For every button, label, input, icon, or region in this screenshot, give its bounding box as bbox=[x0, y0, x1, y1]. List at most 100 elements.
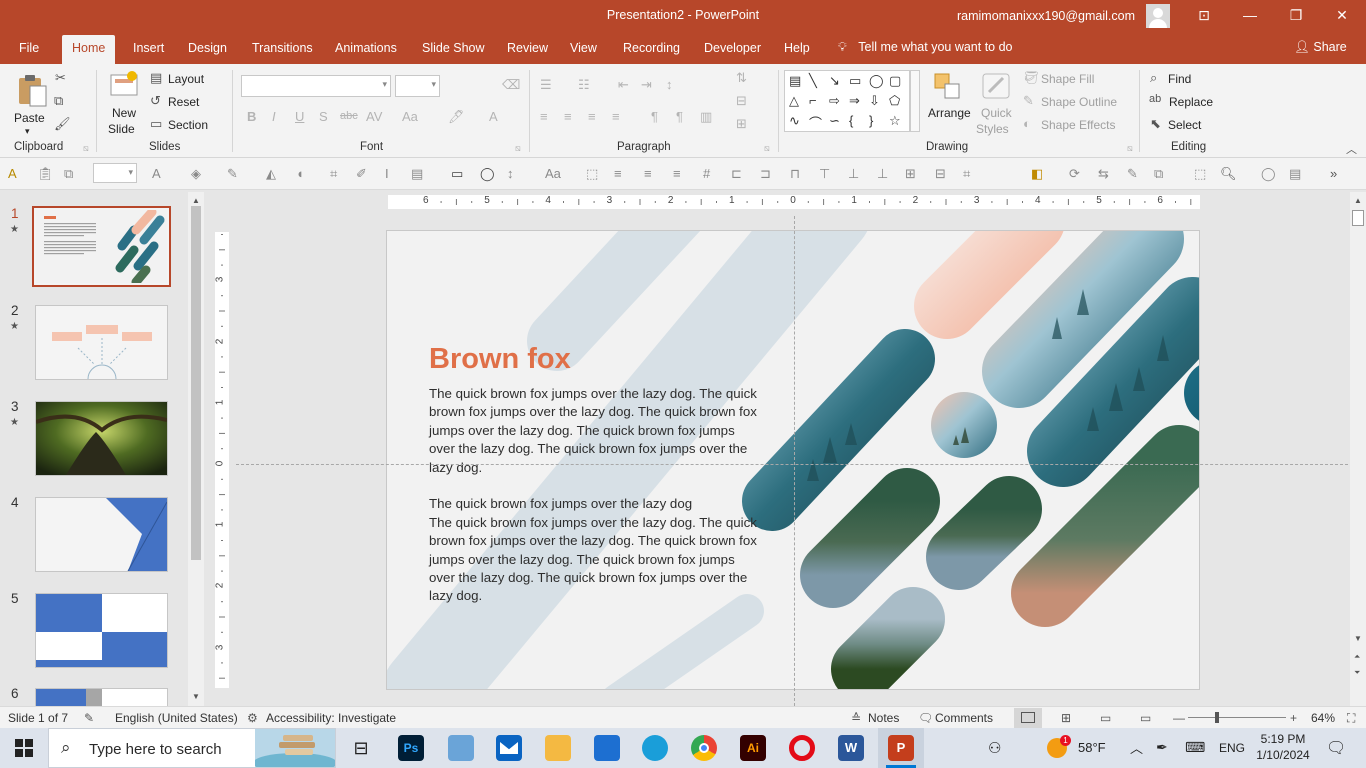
tab-design[interactable]: Design bbox=[188, 41, 227, 55]
distribute-h-icon[interactable]: ⊞ bbox=[905, 166, 916, 182]
horizontal-guide[interactable] bbox=[236, 464, 1348, 465]
textbox-small-icon[interactable]: ▤ bbox=[411, 166, 423, 182]
scroll-down-icon[interactable]: ▼ bbox=[192, 692, 200, 701]
shapes-gallery[interactable]: ▤ ╲ ↘ ▭ ◯ ▢ △ ⌐ ⇨ ⇒ ⇩ ⬠ ∿ ⌒ ∽ { } ☆ bbox=[784, 70, 910, 132]
curve-shape-icon[interactable]: ∽ bbox=[829, 113, 840, 129]
crop-small-icon[interactable]: ⌗ bbox=[330, 166, 337, 182]
table-small-icon[interactable]: # bbox=[703, 166, 710, 181]
numbering-icon[interactable]: ☷ bbox=[578, 77, 590, 93]
rotate-icon[interactable]: ⟳ bbox=[1069, 166, 1080, 182]
circle-small-icon[interactable]: ◯ bbox=[1261, 166, 1276, 182]
language-indicator[interactable]: English (United States) bbox=[115, 711, 238, 725]
smartart-icon[interactable]: ⊞ bbox=[736, 116, 747, 132]
slide-body-text[interactable]: The quick brown fox jumps over the lazy … bbox=[429, 385, 759, 606]
tab-help[interactable]: Help bbox=[784, 41, 810, 55]
group-icon[interactable]: ⊐ bbox=[760, 166, 771, 182]
bold-icon[interactable]: B bbox=[247, 109, 256, 124]
slide-thumbnail-3[interactable] bbox=[35, 401, 168, 476]
pen-tool-icon[interactable]: ✎ bbox=[1127, 166, 1138, 182]
underline-icon[interactable]: U bbox=[295, 109, 304, 124]
grid-icon[interactable]: ⌗ bbox=[963, 166, 970, 182]
line-spacing-icon[interactable]: ↕ bbox=[666, 77, 673, 92]
slide-thumbnail-6[interactable] bbox=[35, 688, 168, 706]
reading-view-icon[interactable]: ▭ bbox=[1100, 711, 1111, 725]
oval-shape-icon[interactable]: ◯ bbox=[869, 73, 884, 89]
align-middle-icon[interactable]: ⊥ bbox=[848, 166, 859, 182]
arrow-shape-icon[interactable]: ↘ bbox=[829, 73, 840, 89]
tab-recording[interactable]: Recording bbox=[623, 41, 680, 55]
find-button[interactable]: Find bbox=[1168, 72, 1191, 86]
bullets-icon[interactable]: ☰ bbox=[540, 77, 552, 93]
thumbnail-scrollbar[interactable]: ▲ ▼ bbox=[188, 192, 204, 706]
rtl-icon[interactable]: ¶ bbox=[676, 109, 683, 124]
minimize-icon[interactable]: — bbox=[1227, 4, 1273, 28]
weather-temperature[interactable]: 58°F bbox=[1078, 740, 1106, 755]
format-painter-icon[interactable]: 🖌︎ bbox=[54, 116, 71, 132]
change-case-icon[interactable]: Aa bbox=[402, 109, 418, 124]
right-brace-icon[interactable]: } bbox=[869, 113, 873, 128]
quick-styles-label-2[interactable]: Styles bbox=[976, 122, 1009, 136]
font-launcher-icon[interactable]: ⧅ bbox=[515, 143, 521, 154]
character-spacing-icon[interactable]: AV bbox=[366, 109, 382, 124]
fill-small-icon[interactable]: ◈ bbox=[191, 166, 201, 182]
share-button[interactable]: 👤︎ Share bbox=[1294, 40, 1347, 55]
toolbar-overflow-icon[interactable]: » bbox=[1330, 166, 1337, 181]
ribbon-display-options-icon[interactable]: ⊡ bbox=[1181, 4, 1227, 28]
tab-review[interactable]: Review bbox=[507, 41, 548, 55]
close-icon[interactable]: ✕ bbox=[1319, 4, 1365, 28]
shape-outline-button[interactable]: Shape Outline bbox=[1041, 95, 1117, 109]
microsoft-store-icon[interactable] bbox=[594, 735, 620, 761]
spacing-small-icon[interactable]: ↕ bbox=[507, 166, 514, 181]
text-box-shape-icon[interactable]: ▤ bbox=[789, 73, 801, 89]
italic-icon[interactable]: I bbox=[272, 109, 276, 124]
columns-icon[interactable]: ▥ bbox=[700, 109, 712, 125]
align-small-icon[interactable]: ≡ bbox=[614, 166, 622, 181]
left-brace-icon[interactable]: { bbox=[849, 113, 853, 128]
illustrator-icon[interactable]: Ai bbox=[740, 735, 766, 761]
rectangle-small-icon[interactable]: ▭ bbox=[451, 166, 463, 182]
paragraph-launcher-icon[interactable]: ⧅ bbox=[764, 143, 770, 154]
editor-scrollbar[interactable]: ▲ ▼ ⏶ ⏷ bbox=[1350, 192, 1366, 706]
notifications-icon[interactable]: 🗨︎ bbox=[1326, 738, 1346, 758]
quick-font-size-combo[interactable] bbox=[93, 163, 137, 183]
star-shape-icon[interactable]: ☆ bbox=[889, 113, 901, 129]
text-effect-icon[interactable]: A bbox=[8, 166, 17, 181]
fit-to-window-icon[interactable]: ⛶ bbox=[1347, 711, 1355, 726]
font-color-icon[interactable]: A bbox=[489, 109, 498, 124]
center-small-icon[interactable]: ≡ bbox=[644, 166, 652, 181]
previous-slide-icon[interactable]: ⏶ bbox=[1354, 652, 1360, 662]
decrease-indent-icon[interactable]: ⇤ bbox=[618, 77, 629, 93]
align-top-icon[interactable]: ⊤ bbox=[819, 166, 830, 182]
freeform-shape-icon[interactable]: ∿ bbox=[789, 113, 800, 129]
rounded-rect-shape-icon[interactable]: ▢ bbox=[889, 73, 901, 89]
rectangle-shape-icon[interactable]: ▭ bbox=[849, 73, 861, 89]
strikethrough-icon[interactable]: abc bbox=[340, 110, 358, 122]
photoshop-icon[interactable]: Ps bbox=[398, 735, 424, 761]
notes-button[interactable]: Notes bbox=[868, 711, 899, 725]
case-small-icon[interactable]: Aa bbox=[545, 166, 561, 181]
clock-time[interactable]: 5:19 PM bbox=[1255, 732, 1311, 746]
slide-thumbnail-4[interactable] bbox=[35, 497, 168, 572]
select-button[interactable]: Select bbox=[1168, 118, 1201, 132]
tab-insert[interactable]: Insert bbox=[133, 41, 164, 55]
windows-start-icon[interactable] bbox=[15, 739, 33, 757]
align-center-icon[interactable]: ≡ bbox=[564, 109, 572, 124]
restore-icon[interactable]: ❐ bbox=[1273, 4, 1319, 28]
show-hidden-icons[interactable]: ︿ bbox=[1130, 738, 1143, 757]
spell-check-icon[interactable]: ✎ bbox=[84, 711, 94, 725]
eraser-small-icon[interactable]: ◭ bbox=[266, 166, 276, 182]
tab-transitions[interactable]: Transitions bbox=[252, 41, 313, 55]
zoom-level[interactable]: 64% bbox=[1311, 711, 1335, 725]
distribute-icon[interactable]: ⊏ bbox=[731, 166, 742, 182]
quick-styles-label-1[interactable]: Quick bbox=[981, 106, 1012, 120]
zoom-slider-thumb[interactable] bbox=[1215, 712, 1219, 723]
file-explorer-icon[interactable] bbox=[545, 735, 571, 761]
ltr-icon[interactable]: ¶ bbox=[651, 109, 658, 124]
arc-shape-icon[interactable]: ⌒ bbox=[809, 113, 822, 132]
paste-small-icon[interactable]: 📋︎ bbox=[37, 166, 54, 182]
opera-icon[interactable] bbox=[789, 735, 815, 761]
scroll-up-icon[interactable]: ▲ bbox=[192, 196, 200, 205]
align-left-icon[interactable]: ≡ bbox=[540, 109, 548, 124]
input-language[interactable]: ENG bbox=[1219, 741, 1245, 755]
replace-button[interactable]: Replace bbox=[1169, 95, 1213, 109]
